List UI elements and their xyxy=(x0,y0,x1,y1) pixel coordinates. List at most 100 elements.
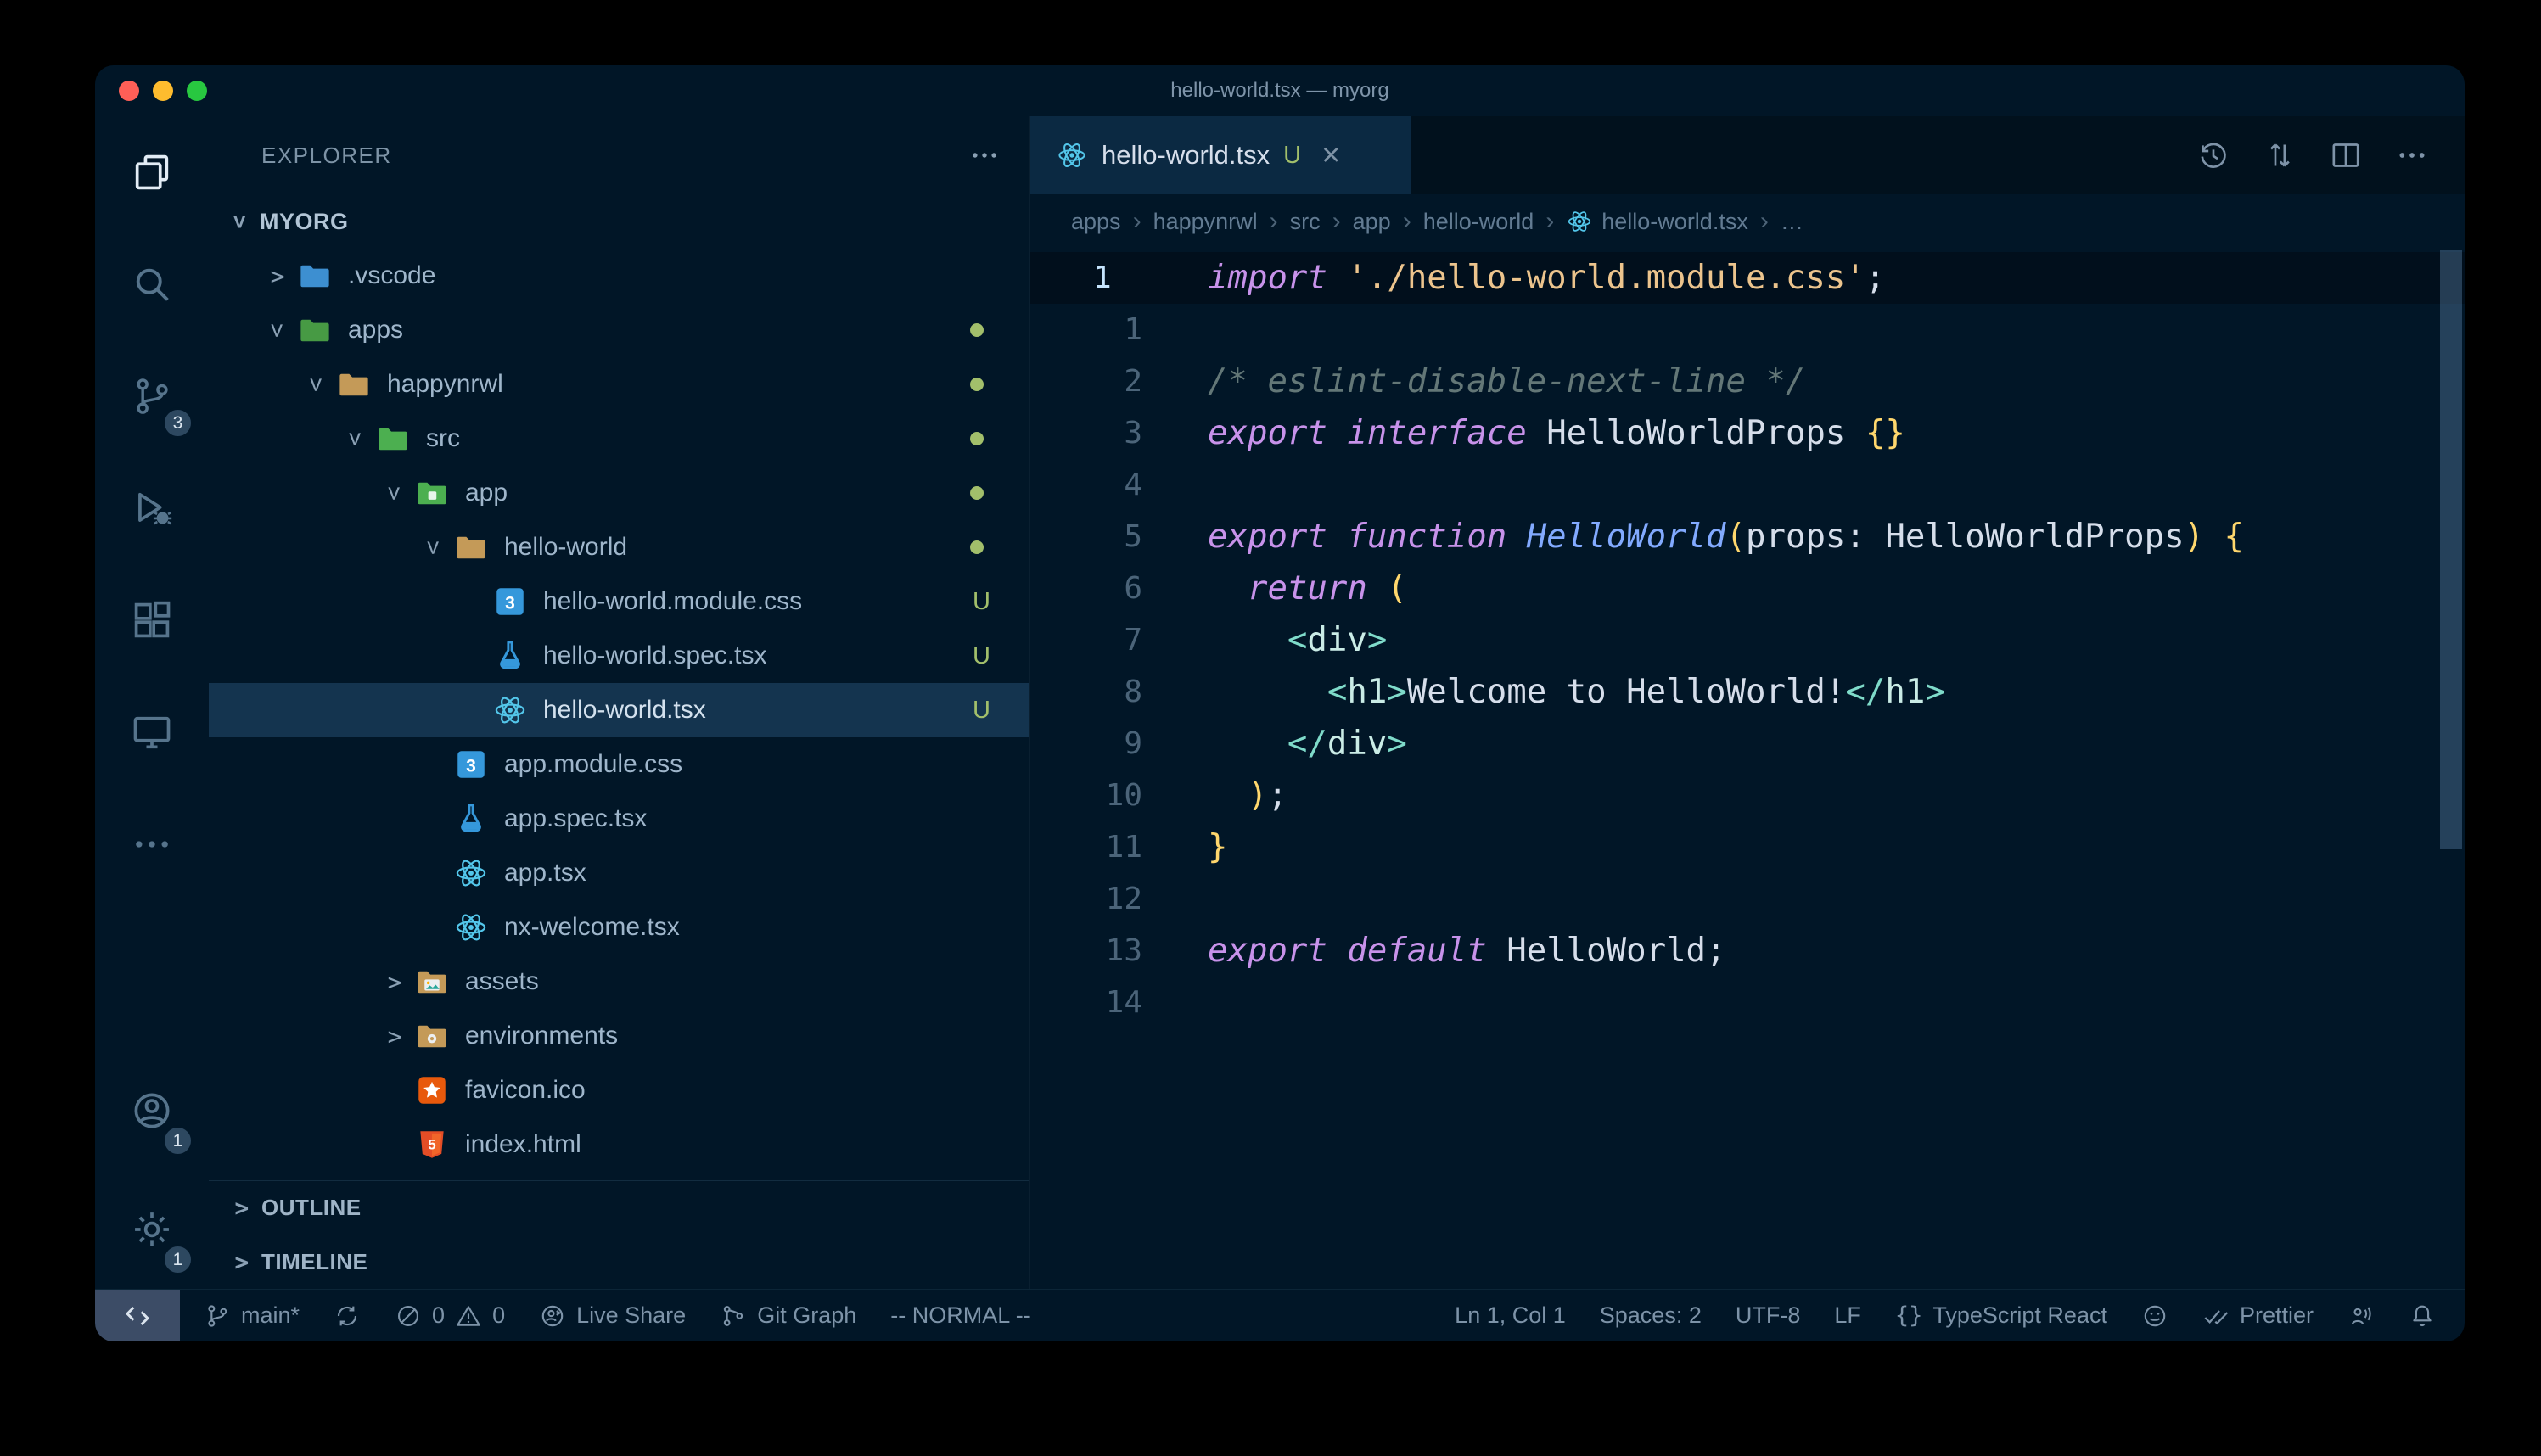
git-untracked-badge: U xyxy=(973,697,990,725)
code-line[interactable]: 1import './hello-world.module.css'; xyxy=(1030,252,2465,304)
status-notifications[interactable] xyxy=(2392,1290,2453,1341)
breadcrumb-separator-icon: › xyxy=(1545,207,1554,236)
tree-item-app.tsx[interactable]: app.tsx xyxy=(209,846,1029,900)
breadcrumb-separator-icon: › xyxy=(1760,207,1769,236)
section-label: OUTLINE xyxy=(261,1195,362,1221)
chevron-right-icon: > xyxy=(375,968,414,996)
activity-extensions[interactable] xyxy=(95,564,209,676)
status-live-share[interactable]: Live Share xyxy=(522,1290,703,1341)
status-vim-mode[interactable]: -- NORMAL -- xyxy=(873,1290,1047,1341)
code-line[interactable]: 6 return ( xyxy=(1030,563,2465,614)
activity-remote-explorer[interactable] xyxy=(95,676,209,788)
status-eol[interactable]: LF xyxy=(1817,1290,1878,1341)
code-editor[interactable]: 1import './hello-world.module.css';12/* … xyxy=(1030,249,2465,1289)
breadcrumb-app[interactable]: app xyxy=(1353,209,1391,235)
line-number: 13 xyxy=(1030,925,1142,977)
line-number: 2 xyxy=(1030,356,1142,407)
status-prettier[interactable]: Prettier xyxy=(2185,1290,2331,1341)
status-indentation[interactable]: Spaces: 2 xyxy=(1583,1290,1719,1341)
status-cursor-position[interactable]: Ln 1, Col 1 xyxy=(1438,1290,1583,1341)
tree-item-hello-world.module.css[interactable]: 3hello-world.module.cssU xyxy=(209,574,1029,629)
code-line[interactable]: 2/* eslint-disable-next-line */ xyxy=(1030,356,2465,407)
breadcrumb-…[interactable]: … xyxy=(1781,209,1803,235)
code-text: export function HelloWorld(props: HelloW… xyxy=(1142,511,2244,563)
activity-accounts[interactable]: 1 xyxy=(95,1051,209,1170)
activity-source-control[interactable]: 3 xyxy=(95,340,209,452)
tree-item-happynrwl[interactable]: >happynrwl xyxy=(209,357,1029,412)
tree-item-app[interactable]: >app xyxy=(209,466,1029,520)
tree-item-hello-world[interactable]: >hello-world xyxy=(209,520,1029,574)
status-feedback[interactable] xyxy=(2124,1290,2185,1341)
tree-item-hello-world.tsx[interactable]: hello-world.tsxU xyxy=(209,683,1029,737)
tree-item-app.spec.tsx[interactable]: app.spec.tsx xyxy=(209,792,1029,846)
tree-item-label: apps xyxy=(348,316,403,344)
code-line[interactable]: 8 <h1>Welcome to HelloWorld!</h1> xyxy=(1030,666,2465,718)
code-line[interactable]: 1 xyxy=(1030,304,2465,356)
tree-item-index.html[interactable]: 5index.html xyxy=(209,1117,1029,1172)
breadcrumb-apps[interactable]: apps xyxy=(1071,209,1121,235)
status-label: Prettier xyxy=(2240,1302,2314,1329)
code-line[interactable]: 7 <div> xyxy=(1030,614,2465,666)
status-bar: main* 00Live Share Git Graph -- NORMAL -- L… xyxy=(95,1289,2465,1341)
zoom-button[interactable] xyxy=(187,81,207,101)
breadcrumb-src[interactable]: src xyxy=(1290,209,1321,235)
timeline-section[interactable]: > TIMELINE xyxy=(209,1235,1029,1289)
code-line[interactable]: 9 </div> xyxy=(1030,718,2465,770)
activity-run-debug[interactable] xyxy=(95,452,209,564)
tree-item-nx-welcome.tsx[interactable]: nx-welcome.tsx xyxy=(209,900,1029,955)
tree-item-environments[interactable]: >environments xyxy=(209,1009,1029,1063)
activity-settings[interactable]: 1 xyxy=(95,1170,209,1289)
tree-item-src[interactable]: >src xyxy=(209,412,1029,466)
status-language-mode[interactable]: {}TypeScript React xyxy=(1878,1290,2124,1341)
tree-item-label: app xyxy=(465,479,508,507)
split-editor-button[interactable] xyxy=(2329,138,2363,172)
activity-explorer[interactable] xyxy=(95,116,209,228)
close-tab-icon[interactable]: × xyxy=(1321,139,1340,171)
activity-more[interactable] xyxy=(95,788,209,900)
gear-icon xyxy=(130,1207,174,1252)
status-label: Spaces: 2 xyxy=(1600,1302,1702,1329)
css-icon: 3 xyxy=(453,747,489,782)
open-timeline-button[interactable] xyxy=(2196,138,2230,172)
code-line[interactable]: 3export interface HelloWorldProps {} xyxy=(1030,407,2465,459)
status-encoding[interactable]: UTF-8 xyxy=(1719,1290,1818,1341)
breadcrumb-happynrwl[interactable]: happynrwl xyxy=(1153,209,1258,235)
code-text: <h1>Welcome to HelloWorld!</h1> xyxy=(1142,666,1945,718)
tree-item-label: hello-world.module.css xyxy=(543,587,802,616)
code-line[interactable]: 12 xyxy=(1030,873,2465,925)
code-line[interactable]: 4 xyxy=(1030,459,2465,511)
tree-item-favicon.ico[interactable]: favicon.ico xyxy=(209,1063,1029,1117)
code-line[interactable]: 13export default HelloWorld; xyxy=(1030,925,2465,977)
breadcrumb-hello-world[interactable]: hello-world xyxy=(1423,209,1534,235)
status-git-graph[interactable]: Git Graph xyxy=(703,1290,873,1341)
status-sync[interactable] xyxy=(317,1290,378,1341)
status-remote-indicator[interactable] xyxy=(95,1290,180,1341)
status-problems[interactable]: 00 xyxy=(378,1290,522,1341)
compare-changes-button[interactable] xyxy=(2263,138,2297,172)
tree-item-assets[interactable]: >assets xyxy=(209,955,1029,1009)
code-text xyxy=(1142,977,1208,1028)
tree-item-apps[interactable]: >apps xyxy=(209,303,1029,357)
code-line[interactable]: 5export function HelloWorld(props: Hello… xyxy=(1030,511,2465,563)
more-actions-icon[interactable] xyxy=(968,139,1001,171)
code-line[interactable]: 11} xyxy=(1030,821,2465,873)
scrollbar-thumb[interactable] xyxy=(2440,250,2462,849)
tree-item-.vscode[interactable]: >.vscode xyxy=(209,249,1029,303)
activity-search[interactable] xyxy=(95,228,209,340)
status-label: Git Graph xyxy=(757,1302,856,1329)
status-label: LF xyxy=(1834,1302,1861,1329)
code-line[interactable]: 14 xyxy=(1030,977,2465,1028)
minimize-button[interactable] xyxy=(153,81,173,101)
more-actions-button[interactable] xyxy=(2395,138,2429,172)
tree-root-myorg[interactable]: > MYORG xyxy=(209,194,1029,249)
close-button[interactable] xyxy=(119,81,139,101)
breadcrumb-hello-world.tsx[interactable]: hello-world.tsx xyxy=(1566,208,1748,235)
status-label: main* xyxy=(241,1302,300,1329)
tree-item-hello-world.spec.tsx[interactable]: hello-world.spec.tsxU xyxy=(209,629,1029,683)
outline-section[interactable]: > OUTLINE xyxy=(209,1180,1029,1235)
status-broadcast[interactable] xyxy=(2331,1290,2392,1341)
tab-hello-world-tsx[interactable]: hello-world.tsx U × xyxy=(1030,116,1411,194)
status-git-branch[interactable]: main* xyxy=(187,1290,317,1341)
tree-item-app.module.css[interactable]: 3app.module.css xyxy=(209,737,1029,792)
code-line[interactable]: 10 ); xyxy=(1030,770,2465,821)
